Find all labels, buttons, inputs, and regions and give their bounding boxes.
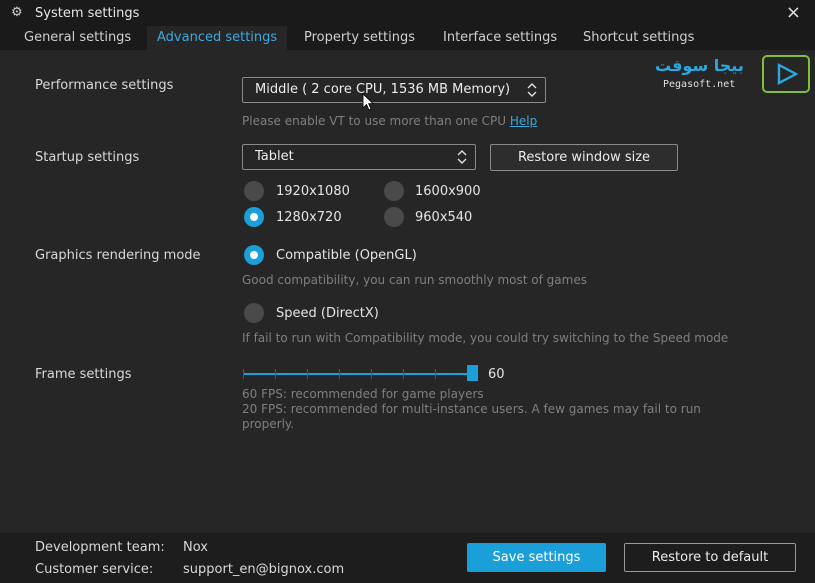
up-down-chevron-icon [527,83,537,97]
up-down-chevron-icon [457,150,467,164]
slider-tick [435,369,436,379]
radio-1920x1080[interactable] [244,181,264,201]
startup-settings-label: Startup settings [35,150,140,165]
gear-icon: ⚙ [11,5,23,20]
tab-bar: General settings Advanced settings Prope… [0,26,815,50]
fps-hint-line-2: 20 FPS: recommended for multi-instance u… [242,402,701,416]
fps-value: 60 [488,367,505,382]
performance-select-value: Middle ( 2 core CPU, 1536 MB Memory) [255,82,511,97]
help-link[interactable]: Help [510,114,537,128]
performance-select[interactable]: Middle ( 2 core CPU, 1536 MB Memory) [242,77,546,103]
customer-service-label: Customer service: [35,562,154,577]
watermark-url: Pegasoft.net [663,79,736,90]
development-team-label: Development team: [35,540,165,555]
fps-hint-line-3: properly. [242,417,295,431]
performance-settings-label: Performance settings [35,78,174,93]
slider-tick [371,369,372,379]
radio-speed-directx[interactable] [244,303,264,323]
mouse-pointer-icon [362,93,374,111]
fps-hint-line-1: 60 FPS: recommended for game players [242,387,484,401]
radio-960x540-label: 960x540 [415,210,473,225]
slider-tick [275,369,276,379]
vt-hint-text: Please enable VT to use more than one CP… [242,114,507,128]
radio-1280x720[interactable] [244,207,264,227]
radio-compatible-opengl[interactable] [244,245,264,265]
radio-compatible-opengl-label: Compatible (OpenGL) [276,248,417,263]
fps-slider-handle[interactable] [467,365,478,381]
radio-1600x900[interactable] [384,181,404,201]
watermark-arabic-text: بيجا سوفت [655,56,744,75]
radio-1600x900-label: 1600x900 [415,184,481,199]
tab-shortcut-settings[interactable]: Shortcut settings [573,26,704,50]
fps-slider-track[interactable] [243,369,473,379]
tab-property-settings[interactable]: Property settings [294,26,425,50]
slider-tick [243,369,244,379]
restore-to-default-button[interactable]: Restore to default [624,543,796,572]
radio-speed-directx-label: Speed (DirectX) [276,306,379,321]
play-icon [777,63,798,85]
slider-tick [339,369,340,379]
radio-960x540[interactable] [384,207,404,227]
radio-1280x720-label: 1280x720 [276,210,342,225]
development-team-value: Nox [183,540,208,555]
customer-service-email: support_en@bignox.com [183,562,345,577]
tab-general-settings[interactable]: General settings [14,26,141,50]
vt-hint: Please enable VT to use more than one CP… [242,114,537,129]
slider-tick [307,369,308,379]
window-title: System settings [35,6,140,21]
compatible-hint: Good compatibility, you can run smoothly… [242,273,587,287]
save-settings-button[interactable]: Save settings [467,543,606,572]
radio-1920x1080-label: 1920x1080 [276,184,350,199]
speed-hint: If fail to run with Compatibility mode, … [242,331,729,345]
title-bar: ⚙ System settings × [0,0,815,26]
slider-tick [403,369,404,379]
watermark-logo: بيجا سوفت Pegasoft.net [655,53,812,97]
startup-select[interactable]: Tablet [242,144,476,170]
startup-select-value: Tablet [255,149,294,164]
tab-interface-settings[interactable]: Interface settings [433,26,567,50]
frame-settings-label: Frame settings [35,367,132,382]
close-icon[interactable]: × [786,3,801,23]
graphics-rendering-mode-label: Graphics rendering mode [35,248,201,263]
tab-advanced-settings[interactable]: Advanced settings [147,26,288,50]
restore-window-size-button[interactable]: Restore window size [490,144,678,171]
tv-play-icon [762,55,810,93]
